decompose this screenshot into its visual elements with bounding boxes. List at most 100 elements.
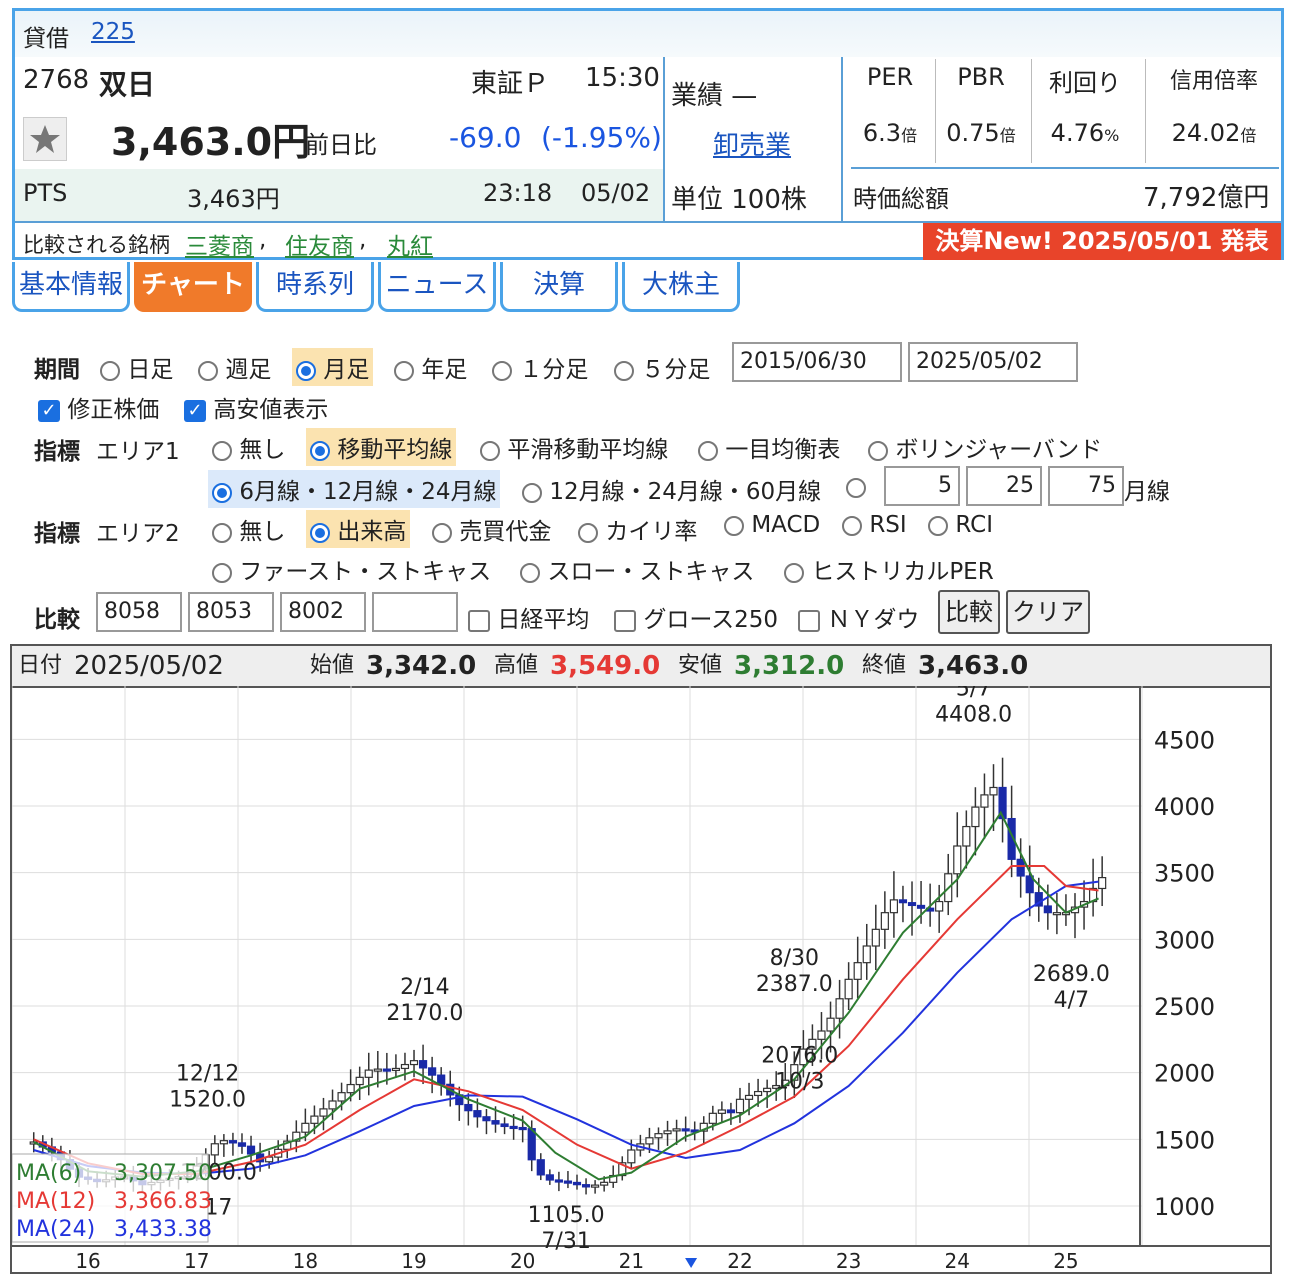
tab-timeseries[interactable]: 時系列 [256, 262, 374, 312]
compare-code-1-input[interactable]: 8058 [96, 592, 182, 632]
candle-body [409, 1060, 419, 1066]
area2-none[interactable]: 無し [212, 512, 285, 546]
candle-body [572, 1181, 582, 1186]
area2-trading-value[interactable]: 売買代金 [432, 512, 551, 546]
open-value: 3,342.0 [366, 651, 477, 681]
area2-volume[interactable]: 出来高 [306, 510, 411, 548]
chart-plot[interactable]: 1000 1500 2000 2500 3000 3500 4000 4500 16 17 18 19… [12, 686, 1270, 1272]
candle-body [889, 899, 899, 914]
area2-rci[interactable]: RCI [928, 512, 993, 538]
candle-body [862, 945, 871, 964]
indicator-label: 指標 [34, 439, 80, 465]
ma-custom-2-input[interactable]: 25 [966, 466, 1042, 506]
area1-bollinger[interactable]: ボリンジャーバンド [868, 430, 1102, 464]
market-name: 東証Ｐ [471, 69, 550, 99]
tab-chart[interactable]: チャート [134, 262, 252, 312]
area2-fast-stoch[interactable]: ファースト・ストキャス [212, 552, 491, 586]
compare-code-4-input[interactable] [372, 592, 458, 632]
tab-shareholders[interactable]: 大株主 [622, 262, 740, 312]
metric-margin-ratio-value: 24.02倍 [1171, 119, 1257, 147]
area1-moving-average[interactable]: 移動平均線 [306, 428, 457, 466]
period-label: 期間 [34, 357, 80, 383]
sector-link[interactable]: 卸売業 [713, 125, 791, 162]
earnings-news-banner[interactable]: 決算New! 2025/05/01 発表 [923, 223, 1281, 260]
y-tick-label: 2000 [1154, 1060, 1215, 1088]
area2-macd[interactable]: MACD [724, 512, 820, 538]
change-value: -69.0 [449, 121, 522, 154]
close-label: 終値 [862, 653, 907, 678]
annotation-value: 2387.0 [756, 972, 833, 997]
ma-custom-1-input[interactable]: 5 [884, 466, 960, 506]
candle-body [744, 1094, 754, 1100]
area1-smoothed-ma[interactable]: 平滑移動平均線 [480, 430, 668, 464]
period-monthly[interactable]: 月足 [292, 348, 374, 386]
compare-growth250-checkbox[interactable]: グロース250 [614, 600, 778, 634]
x-tick-label: 19 [401, 1249, 426, 1272]
candle-body [319, 1108, 328, 1117]
ma-preset-6-12-24[interactable]: 6月線・12月線・24月線 [208, 470, 501, 508]
compare-stock-link[interactable]: 三菱商 [185, 227, 254, 261]
adjusted-price-checkbox[interactable]: ✓ 修正株価 [38, 390, 159, 424]
candle-body [844, 978, 853, 1000]
compare-button[interactable]: 比較 [938, 590, 1000, 634]
tab-news[interactable]: ニュース [378, 262, 496, 312]
favorite-button[interactable] [23, 117, 67, 161]
date-to-input[interactable]: 2025/05/02 [908, 342, 1078, 382]
candle-body [382, 1068, 391, 1072]
metric-pbr-label: PBR [957, 63, 1005, 91]
period-daily[interactable]: 日足 [100, 350, 173, 384]
compare-nydow-checkbox[interactable]: ＮＹダウ [798, 600, 919, 634]
indicator-label: 指標 [34, 521, 80, 547]
x-tick-label: 23 [836, 1249, 861, 1272]
candle-body [853, 962, 862, 980]
candle-body [663, 1130, 672, 1135]
x-tick-label: 18 [293, 1249, 318, 1272]
candle-body [310, 1115, 319, 1124]
ma-custom-3-input[interactable]: 75 [1048, 466, 1124, 506]
candle-body [545, 1174, 554, 1181]
open-label: 始値 [310, 653, 355, 678]
hilo-display-checkbox[interactable]: ✓ 高安値表示 [184, 390, 328, 424]
tab-basic-info[interactable]: 基本情報 [12, 262, 130, 312]
compare-stock-link[interactable]: 住友商 [285, 227, 354, 261]
period-yearly[interactable]: 年足 [394, 350, 467, 384]
compare-code-3-input[interactable]: 8002 [280, 592, 366, 632]
candle-body [301, 1122, 310, 1133]
candle-body [473, 1110, 482, 1118]
star-icon [30, 125, 60, 153]
area2-rsi[interactable]: RSI [842, 512, 907, 538]
period-5min[interactable]: ５分足 [614, 350, 710, 384]
area2-slow-stoch[interactable]: スロー・ストキャス [520, 552, 754, 586]
area1-ichimoku[interactable]: 一目均衡表 [698, 430, 840, 464]
x-tick-label: 24 [945, 1249, 970, 1272]
candle-body [654, 1133, 663, 1139]
candle-body [989, 786, 998, 796]
stock-header: 貸借 225 2768 双日 東証Ｐ 15:30 3,463.0円 前日比 -6… [12, 8, 1284, 260]
clear-button[interactable]: クリア [1006, 590, 1090, 634]
area2-historical-per[interactable]: ヒストリカルPER [784, 552, 994, 586]
close-value: 3,463.0 [918, 651, 1029, 681]
candle-body [400, 1063, 410, 1070]
period-weekly[interactable]: 週足 [198, 350, 271, 384]
ma-preset-12-24-60[interactable]: 12月線・24月線・60月線 [522, 472, 821, 506]
price-time: 15:30 [585, 63, 660, 93]
ma-custom-radio[interactable] [846, 474, 866, 500]
candle-body [518, 1126, 527, 1131]
period-1min[interactable]: １分足 [492, 350, 588, 384]
area2-deviation[interactable]: カイリ率 [578, 512, 697, 546]
candle-body [346, 1083, 355, 1094]
candle-body [971, 806, 980, 828]
current-marker-icon [685, 1258, 698, 1268]
candle-body [563, 1180, 573, 1184]
margin-value-link[interactable]: 225 [91, 19, 135, 45]
date-from-input[interactable]: 2015/06/30 [732, 342, 902, 382]
candle-body [935, 900, 944, 912]
divider [841, 57, 843, 221]
compare-nikkei-checkbox[interactable]: 日経平均 [468, 600, 589, 634]
tab-earnings[interactable]: 決算 [500, 262, 618, 312]
compare-code-2-input[interactable]: 8053 [188, 592, 274, 632]
y-tick-label: 3000 [1154, 926, 1215, 954]
current-price: 3,463.0円 [111, 120, 311, 164]
compare-stock-link[interactable]: 丸紅 [387, 227, 433, 261]
area1-none[interactable]: 無し [212, 430, 285, 464]
